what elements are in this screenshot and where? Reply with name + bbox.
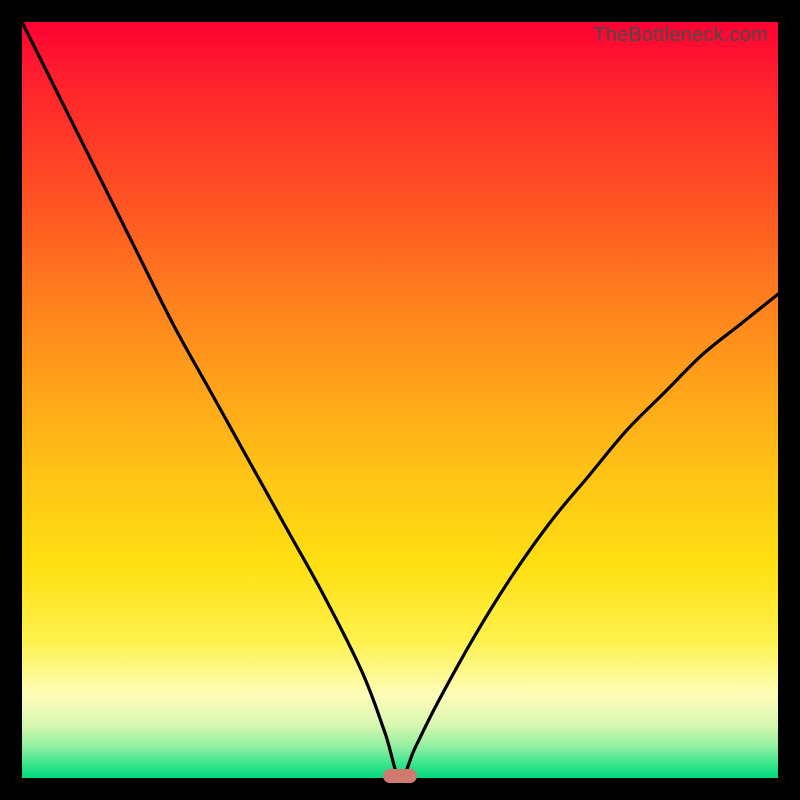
curve-path: [22, 22, 778, 778]
chart-frame: TheBottleneck.com: [0, 0, 800, 800]
bottleneck-curve: [22, 22, 778, 778]
plot-area: TheBottleneck.com: [22, 22, 778, 778]
minimum-marker: [383, 769, 417, 783]
